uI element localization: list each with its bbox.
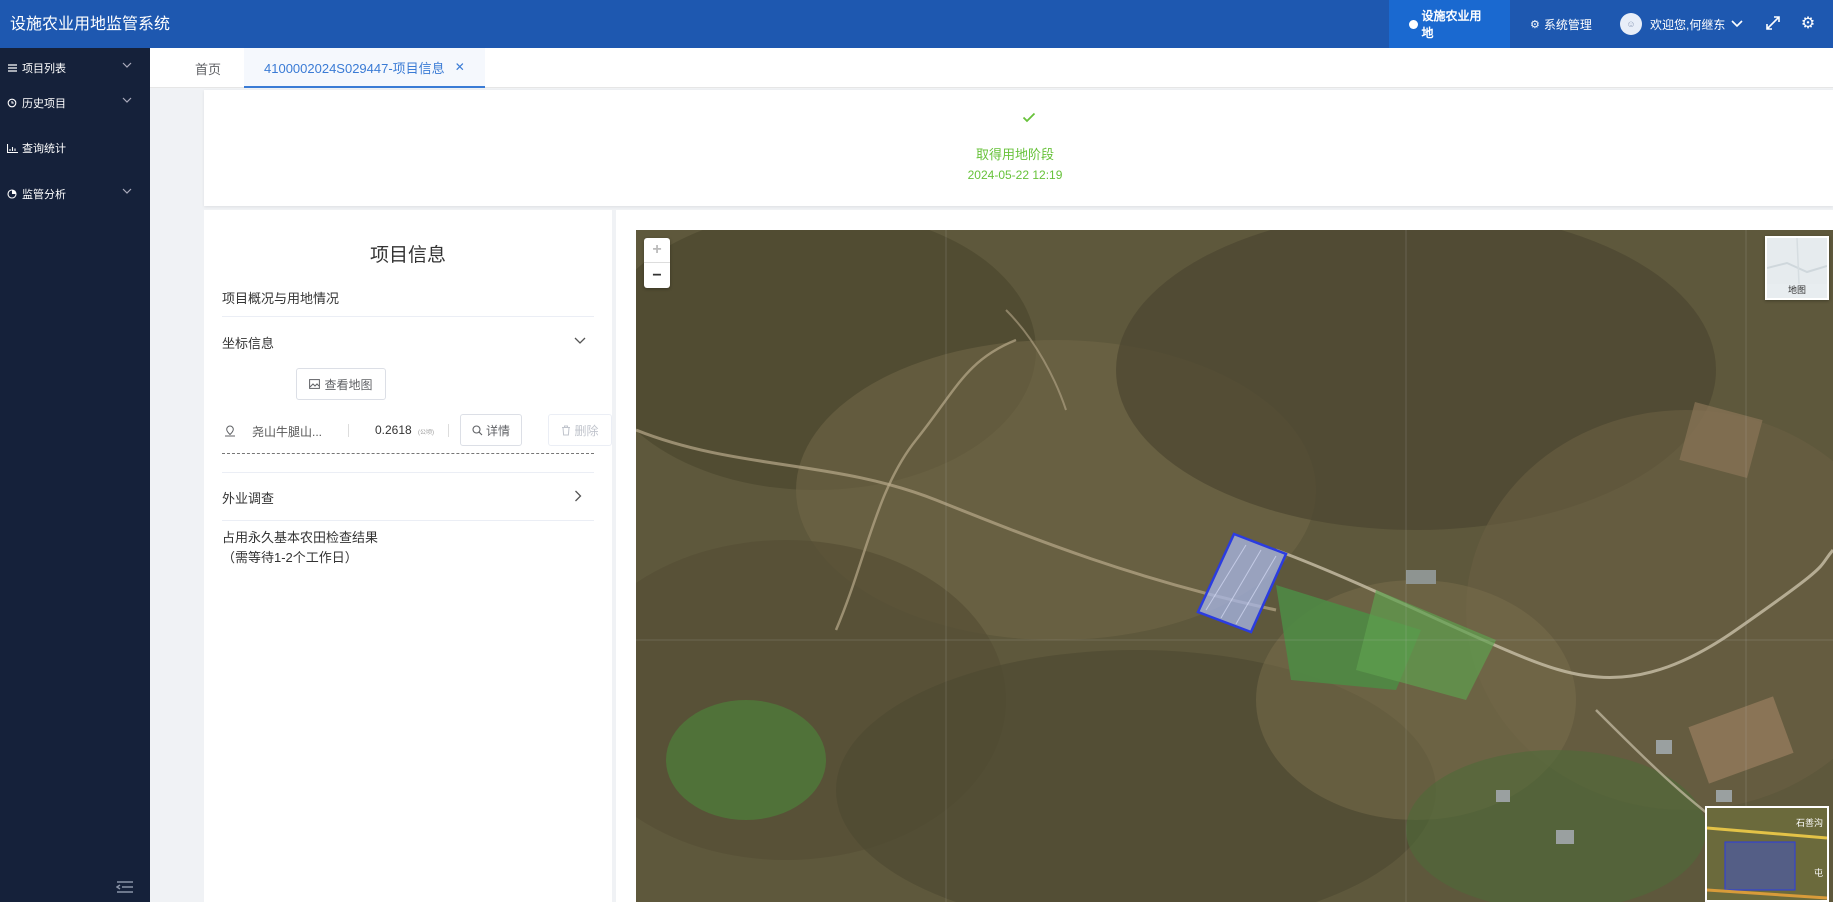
- bar-chart-icon: [6, 142, 18, 154]
- detail-button[interactable]: 详情: [460, 414, 522, 446]
- sidebar-item-label: 历史项目: [22, 98, 66, 110]
- page-title: 项目信息: [369, 245, 446, 266]
- satellite-map[interactable]: + − 地图 石善沟 屯: [636, 230, 1833, 902]
- result-note: （需等待1-2个工作日）: [222, 550, 358, 565]
- tab-bar: 首页 4100002024S029447-项目信息 ✕: [150, 48, 1833, 88]
- map-thumbnail: [1766, 237, 1828, 285]
- map-panel: + − 地图 石善沟 屯: [616, 210, 1833, 902]
- chevron-down-icon: [122, 97, 132, 103]
- coord-area: 0.2618: [375, 423, 412, 437]
- trash-icon: [562, 425, 571, 435]
- pie-icon: [1409, 19, 1418, 29]
- zoom-out-button[interactable]: −: [644, 263, 670, 288]
- view-map-label: 查看地图: [324, 377, 373, 392]
- sidebar-item-label: 监管分析: [22, 189, 66, 201]
- farmland-check-result: 占用永久基本农田检查结果 （需等待1-2个工作日）: [222, 528, 594, 568]
- user-menu[interactable]: ☺ 欢迎您,何继东: [1620, 0, 1743, 48]
- image-icon: [309, 379, 321, 389]
- delete-label: 删除: [574, 423, 599, 438]
- coord-info-section[interactable]: 坐标信息: [222, 333, 594, 352]
- project-info-panel: 项目信息 项目概况与用地情况 坐标信息 查看地图 尧山牛腿山... 0.2618…: [204, 210, 612, 902]
- gears-icon: ⚙: [1530, 18, 1540, 31]
- result-title: 占用永久基本农田检查结果: [222, 530, 379, 545]
- collapse-sidebar-icon[interactable]: [115, 880, 134, 894]
- stage-label: 取得用地阶段: [975, 147, 1054, 162]
- view-map-button[interactable]: 查看地图: [296, 368, 386, 400]
- chevron-right-icon: [575, 490, 582, 502]
- location-icon: [225, 425, 235, 437]
- chevron-down-icon: [122, 62, 132, 68]
- field-survey-section[interactable]: 外业调查: [222, 488, 594, 507]
- sidebar-item-label: 项目列表: [22, 63, 66, 75]
- field-survey-label: 外业调查: [222, 491, 275, 506]
- sidebar-item-analysis[interactable]: 监管分析: [0, 180, 150, 208]
- nav-facility-label: 设施农业用地: [1421, 9, 1482, 40]
- zoom-in-button[interactable]: +: [644, 238, 670, 263]
- top-header: 设施农业用地监管系统 设施农业用地 ⚙ 系统管理 ☺ 欢迎您,何继东 ⚙: [0, 0, 1833, 48]
- layer-switcher[interactable]: 地图: [1765, 236, 1829, 300]
- satellite-imagery: [636, 230, 1833, 902]
- coord-unit: (公顷): [418, 430, 434, 436]
- sidebar-item-statistics[interactable]: 查询统计: [0, 134, 150, 162]
- overview-place-label: 石善沟: [1795, 818, 1823, 828]
- overview-map[interactable]: 石善沟 屯: [1705, 806, 1829, 902]
- tab-label: 4100002024S029447-项目信息: [264, 60, 445, 76]
- pie-chart-icon: [6, 188, 18, 200]
- check-icon: [1014, 112, 1044, 128]
- nav-system-management[interactable]: ⚙ 系统管理: [1510, 0, 1612, 48]
- divider: [222, 472, 594, 473]
- welcome-text: 欢迎您,何继东: [1650, 17, 1726, 32]
- app-title: 设施农业用地监管系统: [10, 16, 171, 33]
- tab-project-info[interactable]: 4100002024S029447-项目信息 ✕: [244, 48, 485, 88]
- chevron-down-icon: [122, 188, 132, 194]
- close-icon[interactable]: ✕: [455, 60, 465, 74]
- list-icon: [6, 62, 18, 74]
- sidebar-item-history[interactable]: 历史项目: [0, 89, 150, 117]
- sidebar-item-project-list[interactable]: 项目列表: [0, 54, 150, 82]
- overview-section[interactable]: 项目概况与用地情况: [222, 288, 594, 307]
- avatar: ☺: [1620, 13, 1642, 35]
- zoom-control: + −: [644, 238, 670, 288]
- coord-name: 尧山牛腿山...: [252, 425, 323, 439]
- history-icon: [6, 97, 18, 109]
- divider: [222, 520, 594, 521]
- delete-button[interactable]: 删除: [548, 414, 612, 446]
- nav-system-label: 系统管理: [1543, 17, 1592, 32]
- stage-time: 2024-05-22 12:19: [967, 168, 1063, 182]
- tab-home[interactable]: 首页: [195, 48, 221, 88]
- stage-panel: 取得用地阶段 2024-05-22 12:19: [204, 90, 1833, 206]
- layer-label: 地图: [1787, 285, 1806, 295]
- divider: [222, 316, 594, 317]
- coord-info-label: 坐标信息: [222, 336, 275, 351]
- sidebar: 项目列表 历史项目 查询统计 监管分析: [0, 48, 150, 902]
- settings-icon[interactable]: ⚙: [1797, 12, 1819, 34]
- fullscreen-icon[interactable]: [1762, 12, 1784, 34]
- nav-facility-land[interactable]: 设施农业用地: [1389, 0, 1510, 48]
- sidebar-item-label: 查询统计: [22, 143, 66, 155]
- chevron-down-icon: [574, 337, 586, 344]
- overview-place-label: 屯: [1813, 868, 1823, 878]
- detail-label: 详情: [485, 423, 510, 438]
- list-item: 尧山牛腿山... 0.2618 (公顷) 详情 删除: [222, 408, 612, 454]
- chevron-down-icon: [1731, 20, 1743, 28]
- search-icon: [472, 424, 483, 435]
